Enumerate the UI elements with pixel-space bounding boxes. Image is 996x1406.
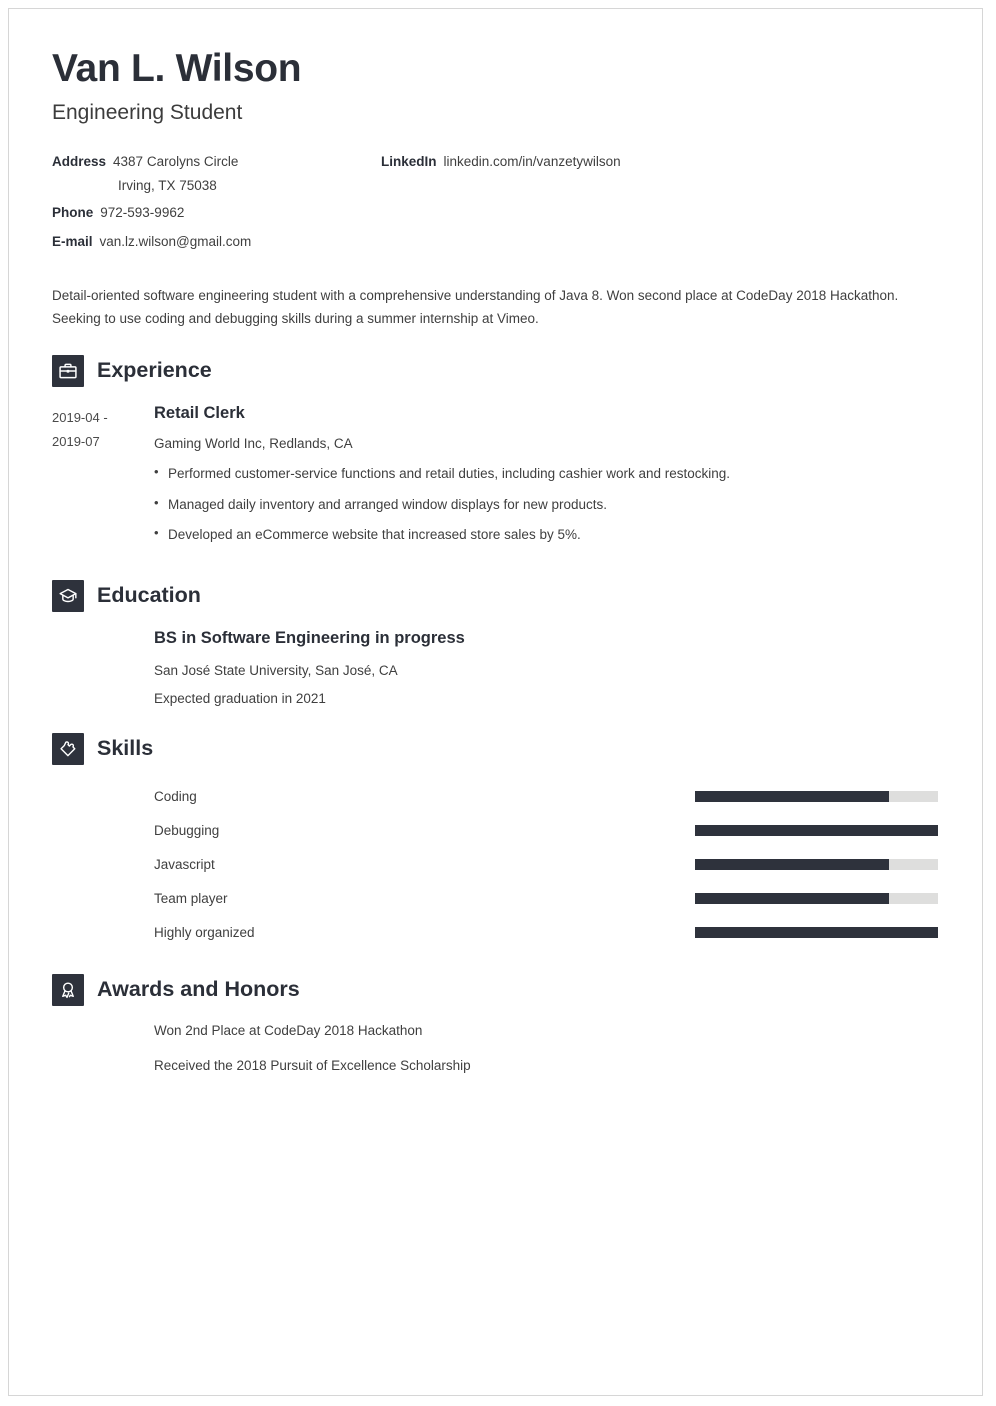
skill-level-fill: [695, 927, 938, 939]
experience-date-start: 2019-04 -: [52, 409, 108, 425]
puzzle-piece-icon: [52, 732, 84, 765]
address-line-1: 4387 Carolyns Circle: [113, 154, 239, 170]
resume-header: Van L. Wilson Engineering Student: [52, 49, 938, 124]
education-school: San José State University, San José, CA: [154, 662, 398, 678]
education-degree: BS in Software Engineering in progress: [154, 628, 465, 647]
skill-name: Team player: [154, 890, 228, 906]
experience-dates: 2019-04 - 2019-07: [52, 404, 154, 556]
education-graduation: Expected graduation in 2021: [154, 691, 326, 707]
experience-entry: 2019-04 - 2019-07 Retail Clerk Gaming Wo…: [52, 404, 938, 556]
experience-bullet: Managed daily inventory and arranged win…: [154, 494, 938, 515]
address-label: Address: [52, 154, 107, 170]
skills-list: Coding Debugging Javascript Team player …: [52, 780, 938, 950]
graduation-cap-icon: [52, 579, 84, 612]
section-title-skills: Skills: [97, 736, 154, 761]
skill-level-bar: [695, 825, 938, 837]
skill-level-fill: [695, 859, 890, 871]
section-header-experience: Experience: [52, 354, 938, 387]
skill-level-fill: [695, 893, 890, 905]
skill-name: Highly organized: [154, 924, 255, 940]
section-title-awards: Awards and Honors: [97, 977, 300, 1002]
section-header-awards: Awards and Honors: [52, 973, 938, 1006]
awards-list: Won 2nd Place at CodeDay 2018 Hackathon …: [52, 1021, 938, 1076]
skill-name: Javascript: [154, 856, 215, 872]
section-experience: Experience 2019-04 - 2019-07 Retail Cler…: [52, 354, 938, 556]
experience-bullet: Performed customer-service functions and…: [154, 463, 938, 484]
skill-name: Coding: [154, 788, 197, 804]
contact-row-email: E-mail van.lz.wilson@gmail.com: [52, 232, 382, 252]
contact-row-address: Address 4387 Carolyns Circle Irving, TX 7…: [52, 152, 382, 195]
award-medal-icon: [52, 973, 84, 1006]
section-awards: Awards and Honors Won 2nd Place at CodeD…: [52, 973, 938, 1076]
experience-company: Gaming World Inc, Redlands, CA: [154, 436, 353, 452]
email-label: E-mail: [52, 233, 93, 249]
address-line-2: Irving, TX 75038: [118, 177, 217, 193]
skill-row: Highly organized: [154, 916, 938, 950]
award-item: Received the 2018 Pursuit of Excellence …: [154, 1058, 471, 1074]
skill-name: Debugging: [154, 822, 220, 838]
contact-column-left: Address 4387 Carolyns Circle Irving, TX 7…: [52, 152, 382, 260]
experience-bullet-list: Performed customer-service functions and…: [154, 463, 938, 545]
contact-column-right: LinkedIn linkedin.com/in/vanzetywilson: [381, 152, 811, 181]
skill-level-bar: [695, 893, 938, 905]
experience-details: Retail Clerk Gaming World Inc, Redlands,…: [154, 404, 938, 556]
section-skills: Skills Coding Debugging Javascript Team …: [52, 732, 938, 950]
experience-date-end: 2019-07: [52, 433, 100, 449]
skill-row: Team player: [154, 882, 938, 916]
contact-block: Address 4387 Carolyns Circle Irving, TX 7…: [52, 152, 938, 262]
skill-level-bar: [695, 927, 938, 939]
section-education: Education BS in Software Engineering in …: [52, 579, 938, 709]
phone-label: Phone: [52, 205, 94, 221]
linkedin-value[interactable]: linkedin.com/in/vanzetywilson: [444, 152, 621, 172]
experience-bullet: Developed an eCommerce website that incr…: [154, 524, 938, 545]
candidate-name: Van L. Wilson: [52, 47, 302, 90]
resume-page: Van L. Wilson Engineering Student Addres…: [8, 8, 983, 1396]
skill-level-fill: [695, 825, 938, 837]
briefcase-icon: [52, 354, 84, 387]
award-item: Won 2nd Place at CodeDay 2018 Hackathon: [154, 1022, 423, 1038]
skill-level-fill: [695, 791, 890, 803]
contact-row-phone: Phone 972-593-9962: [52, 203, 382, 223]
section-header-education: Education: [52, 579, 938, 612]
section-header-skills: Skills: [52, 732, 938, 765]
candidate-job-title: Engineering Student: [52, 101, 243, 124]
linkedin-label: LinkedIn: [381, 154, 437, 170]
email-value[interactable]: van.lz.wilson@gmail.com: [100, 232, 252, 252]
experience-role: Retail Clerk: [154, 403, 245, 422]
section-title-education: Education: [97, 583, 201, 608]
professional-summary: Detail-oriented software engineering stu…: [52, 288, 899, 327]
skill-level-bar: [695, 859, 938, 871]
contact-row-linkedin: LinkedIn linkedin.com/in/vanzetywilson: [381, 152, 811, 172]
skill-row: Coding: [154, 780, 938, 814]
phone-value: 972-593-9962: [100, 205, 185, 221]
section-title-experience: Experience: [97, 357, 212, 382]
skill-row: Debugging: [154, 814, 938, 848]
skill-row: Javascript: [154, 848, 938, 882]
skill-level-bar: [695, 791, 938, 803]
resume-content: Van L. Wilson Engineering Student Addres…: [9, 9, 982, 1076]
education-entry: BS in Software Engineering in progress S…: [52, 629, 938, 709]
